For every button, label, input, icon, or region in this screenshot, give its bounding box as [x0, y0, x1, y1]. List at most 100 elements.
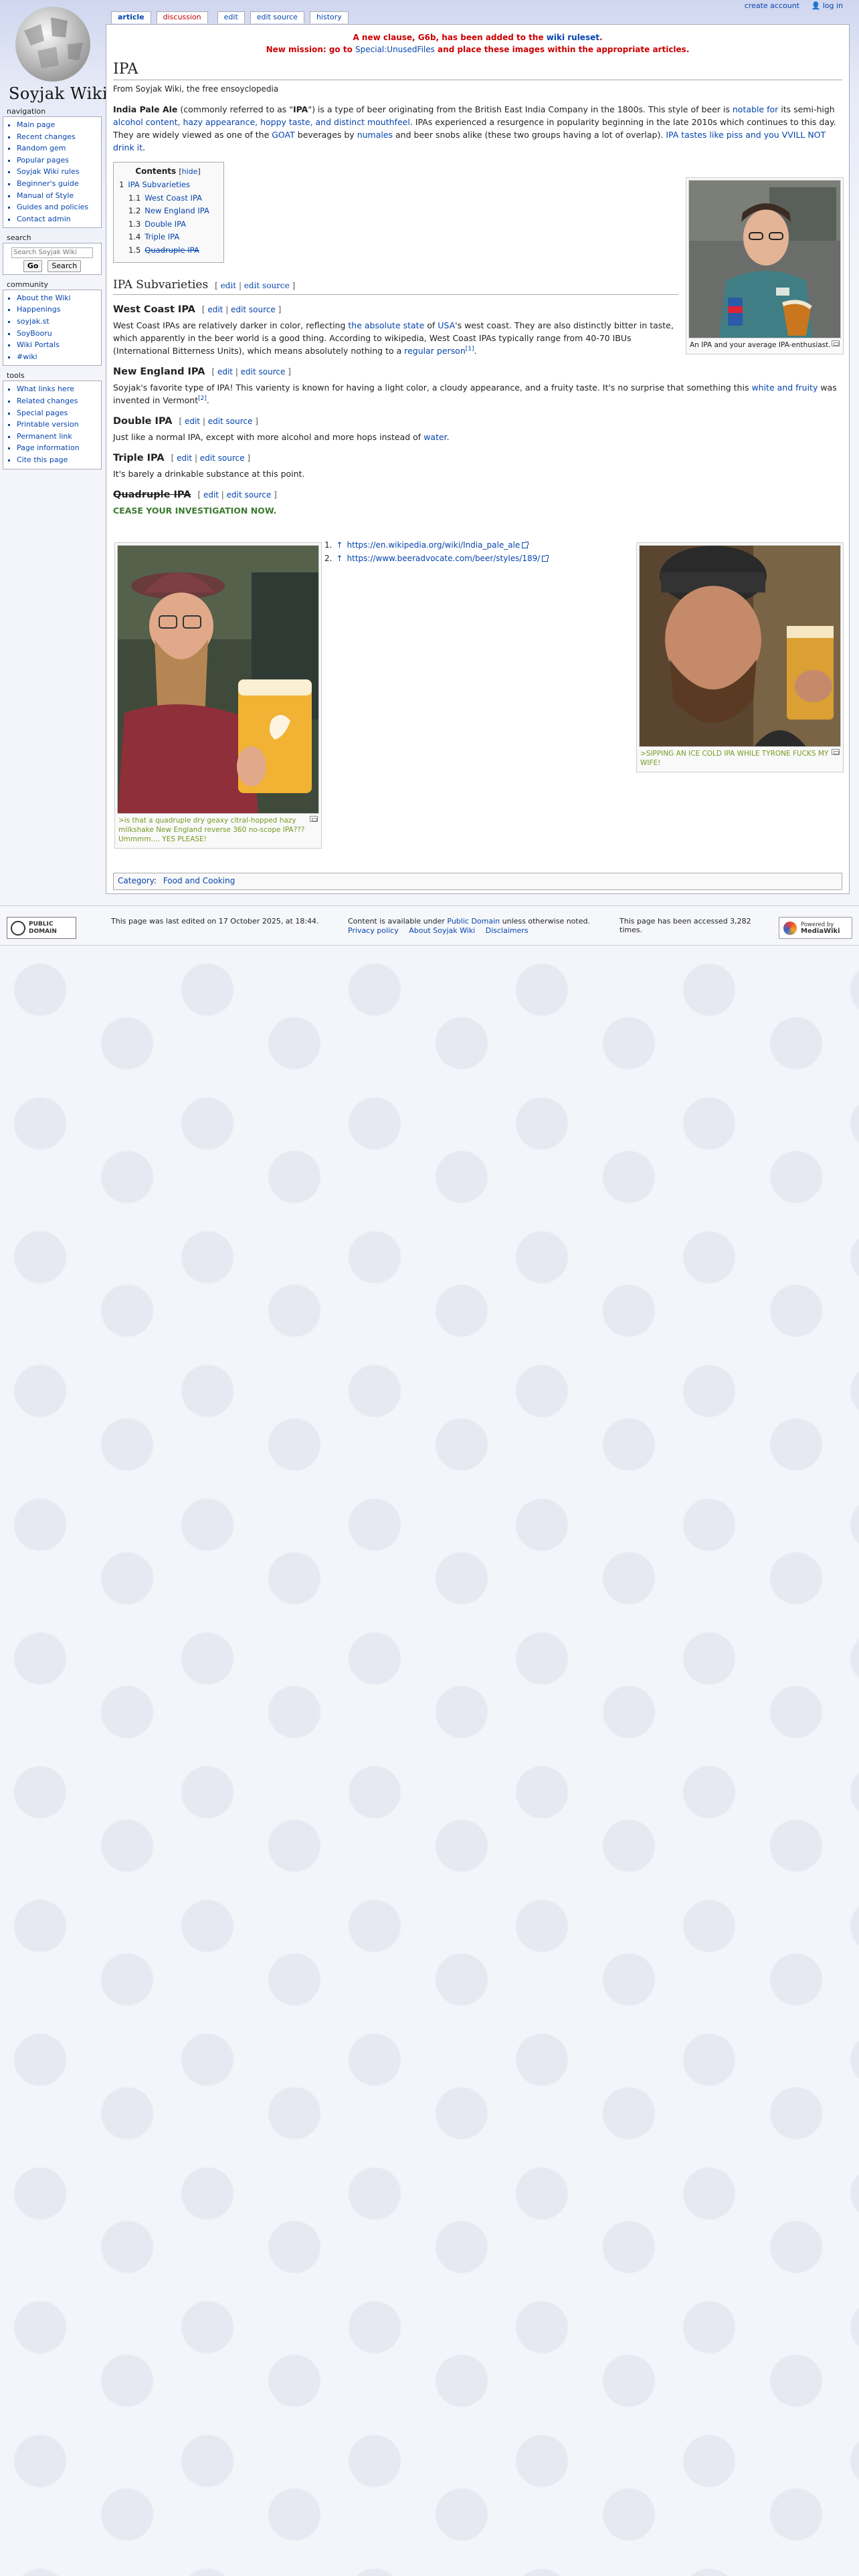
community-link[interactable]: Wiki Portals: [17, 340, 60, 349]
edit-link[interactable]: edit: [185, 417, 200, 426]
edit-source-link[interactable]: edit source: [227, 490, 272, 500]
edit-link[interactable]: edit: [203, 490, 219, 500]
community-link[interactable]: #wiki: [17, 352, 37, 361]
toc-number: 1.2: [128, 206, 141, 215]
toc-hide: [hide]: [179, 167, 201, 176]
water-link[interactable]: water: [423, 432, 446, 442]
tools-link[interactable]: Related changes: [17, 397, 78, 405]
tab-history[interactable]: history: [309, 11, 349, 23]
community-link[interactable]: SoyBooru: [17, 329, 52, 338]
magnify-icon[interactable]: [310, 816, 318, 822]
thumbnail-image[interactable]: [117, 545, 319, 814]
ref-backlink[interactable]: ↑: [336, 540, 343, 550]
site-logo[interactable]: Soyjak Wiki: [4, 4, 108, 103]
usa-link[interactable]: USA: [438, 320, 455, 330]
ref-url-link[interactable]: https://www.beeradvocate.com/beer/styles…: [347, 554, 541, 563]
notable-link[interactable]: notable for: [733, 104, 778, 114]
unused-files-link[interactable]: Special:UnusedFiles: [355, 45, 435, 54]
tab-discussion[interactable]: discussion: [156, 11, 208, 23]
nav-link[interactable]: Recent changes: [17, 132, 76, 141]
magnify-icon[interactable]: [832, 340, 840, 346]
privacy-policy-link[interactable]: Privacy policy: [348, 926, 399, 935]
ref-url-link[interactable]: https://en.wikipedia.org/wiki/India_pale…: [347, 540, 520, 550]
tools-link[interactable]: Permanent link: [17, 432, 72, 441]
edit-source-link[interactable]: edit source: [231, 305, 276, 314]
search-button[interactable]: Search: [47, 259, 82, 272]
toc-hide-link[interactable]: hide: [182, 167, 198, 176]
thumbnail-image[interactable]: [688, 180, 841, 338]
tools-item: Permanent link: [17, 431, 97, 443]
go-button[interactable]: Go: [23, 259, 43, 272]
community-link[interactable]: soyjak.st: [17, 317, 50, 326]
notice-text: and place these images within the approp…: [434, 45, 690, 54]
magnify-icon[interactable]: [832, 749, 840, 755]
edit-source-link[interactable]: edit source: [244, 281, 290, 290]
edit-link[interactable]: edit: [221, 281, 236, 290]
nav-link[interactable]: Soyjak Wiki rules: [17, 167, 80, 176]
toc-item: 1 IPA Subvarieties: [119, 179, 217, 192]
search-input[interactable]: [11, 247, 93, 258]
category-links: Category: Food and Cooking: [113, 873, 842, 890]
edit-section: [ edit | edit source ]: [179, 417, 258, 426]
edit-section: [ edit | edit source ]: [201, 305, 282, 314]
tab-edit[interactable]: edit: [217, 11, 245, 23]
login-link[interactable]: 👤 log in: [812, 1, 844, 10]
ref-backlink[interactable]: ↑: [336, 554, 343, 563]
toc-item: 1.3 Double IPA: [119, 218, 217, 231]
public-domain-link[interactable]: Public Domain: [447, 917, 500, 926]
edit-link[interactable]: edit: [217, 367, 233, 377]
tools-link[interactable]: Special pages: [17, 409, 68, 417]
absolute-state-link[interactable]: the absolute state: [348, 320, 424, 330]
category-food-link[interactable]: Food and Cooking: [163, 876, 235, 885]
community-link[interactable]: About the Wiki: [17, 294, 71, 302]
nav-link[interactable]: Main page: [17, 120, 55, 129]
edit-source-link[interactable]: edit source: [200, 453, 245, 463]
goat-link[interactable]: GOAT: [272, 130, 295, 140]
new-england-paragraph: Soyjak's favorite type of IPA! This vari…: [113, 381, 842, 407]
toc-link[interactable]: West Coast IPA: [145, 193, 202, 203]
public-domain-badge[interactable]: PUBLIC DOMAIN: [7, 917, 76, 939]
toc-title: Contents: [135, 167, 177, 176]
nav-link[interactable]: Manual of Style: [17, 191, 74, 200]
tab-edit-source[interactable]: edit source: [250, 11, 304, 23]
tools-link[interactable]: Printable version: [17, 420, 79, 429]
ref-1-link[interactable]: [1]: [466, 346, 474, 352]
edit-link[interactable]: edit: [207, 305, 223, 314]
nav-link[interactable]: Beginner's guide: [17, 179, 79, 188]
edit-source-link[interactable]: edit source: [208, 417, 253, 426]
edit-link[interactable]: edit: [177, 453, 192, 463]
nav-link[interactable]: Guides and policies: [17, 203, 88, 211]
nav-link[interactable]: Contact admin: [17, 215, 71, 223]
bold-term: IPA: [292, 104, 308, 114]
create-account-link[interactable]: create account: [745, 1, 799, 10]
ref-2-link[interactable]: [2]: [198, 395, 207, 402]
toc-link[interactable]: IPA Subvarieties: [128, 180, 190, 189]
beanie-man-photo: [640, 546, 840, 746]
toc-link[interactable]: New England IPA: [145, 206, 209, 215]
about-link[interactable]: About Soyjak Wiki: [409, 926, 475, 935]
external-link-icon: [522, 542, 529, 548]
tab-article[interactable]: article: [111, 11, 151, 23]
toc-link[interactable]: Double IPA: [145, 219, 186, 229]
nav-link[interactable]: Popular pages: [17, 156, 69, 165]
category-label-link[interactable]: Category: [118, 876, 154, 885]
thumbnail-image[interactable]: [639, 545, 841, 747]
nav-item: Recent changes: [17, 131, 97, 143]
tools-link[interactable]: Page information: [17, 443, 80, 452]
toc-link[interactable]: Quadruple IPA: [145, 245, 199, 255]
heading-text: West Coast IPA: [113, 304, 195, 315]
tools-link[interactable]: Cite this page: [17, 455, 68, 464]
edit-source-link[interactable]: edit source: [241, 367, 286, 377]
mediawiki-badge[interactable]: Powered by MediaWiki: [779, 917, 852, 939]
toc-link[interactable]: Triple IPA: [145, 232, 179, 241]
regular-person-link[interactable]: regular person: [404, 346, 466, 356]
nav-link[interactable]: Random gem: [17, 144, 66, 152]
white-fruity-link[interactable]: white and fruity: [751, 383, 818, 393]
section-heading-double: Double IPA [ edit | edit source ]: [113, 415, 842, 428]
numales-link[interactable]: numales: [357, 130, 393, 140]
tools-link[interactable]: What links here: [17, 385, 74, 393]
wiki-ruleset-link[interactable]: wiki ruleset: [547, 33, 599, 42]
community-link[interactable]: Happenings: [17, 305, 60, 314]
alcohol-link[interactable]: alcohol content, hazy appearance, hoppy …: [113, 117, 410, 127]
disclaimers-link[interactable]: Disclaimers: [486, 926, 529, 935]
